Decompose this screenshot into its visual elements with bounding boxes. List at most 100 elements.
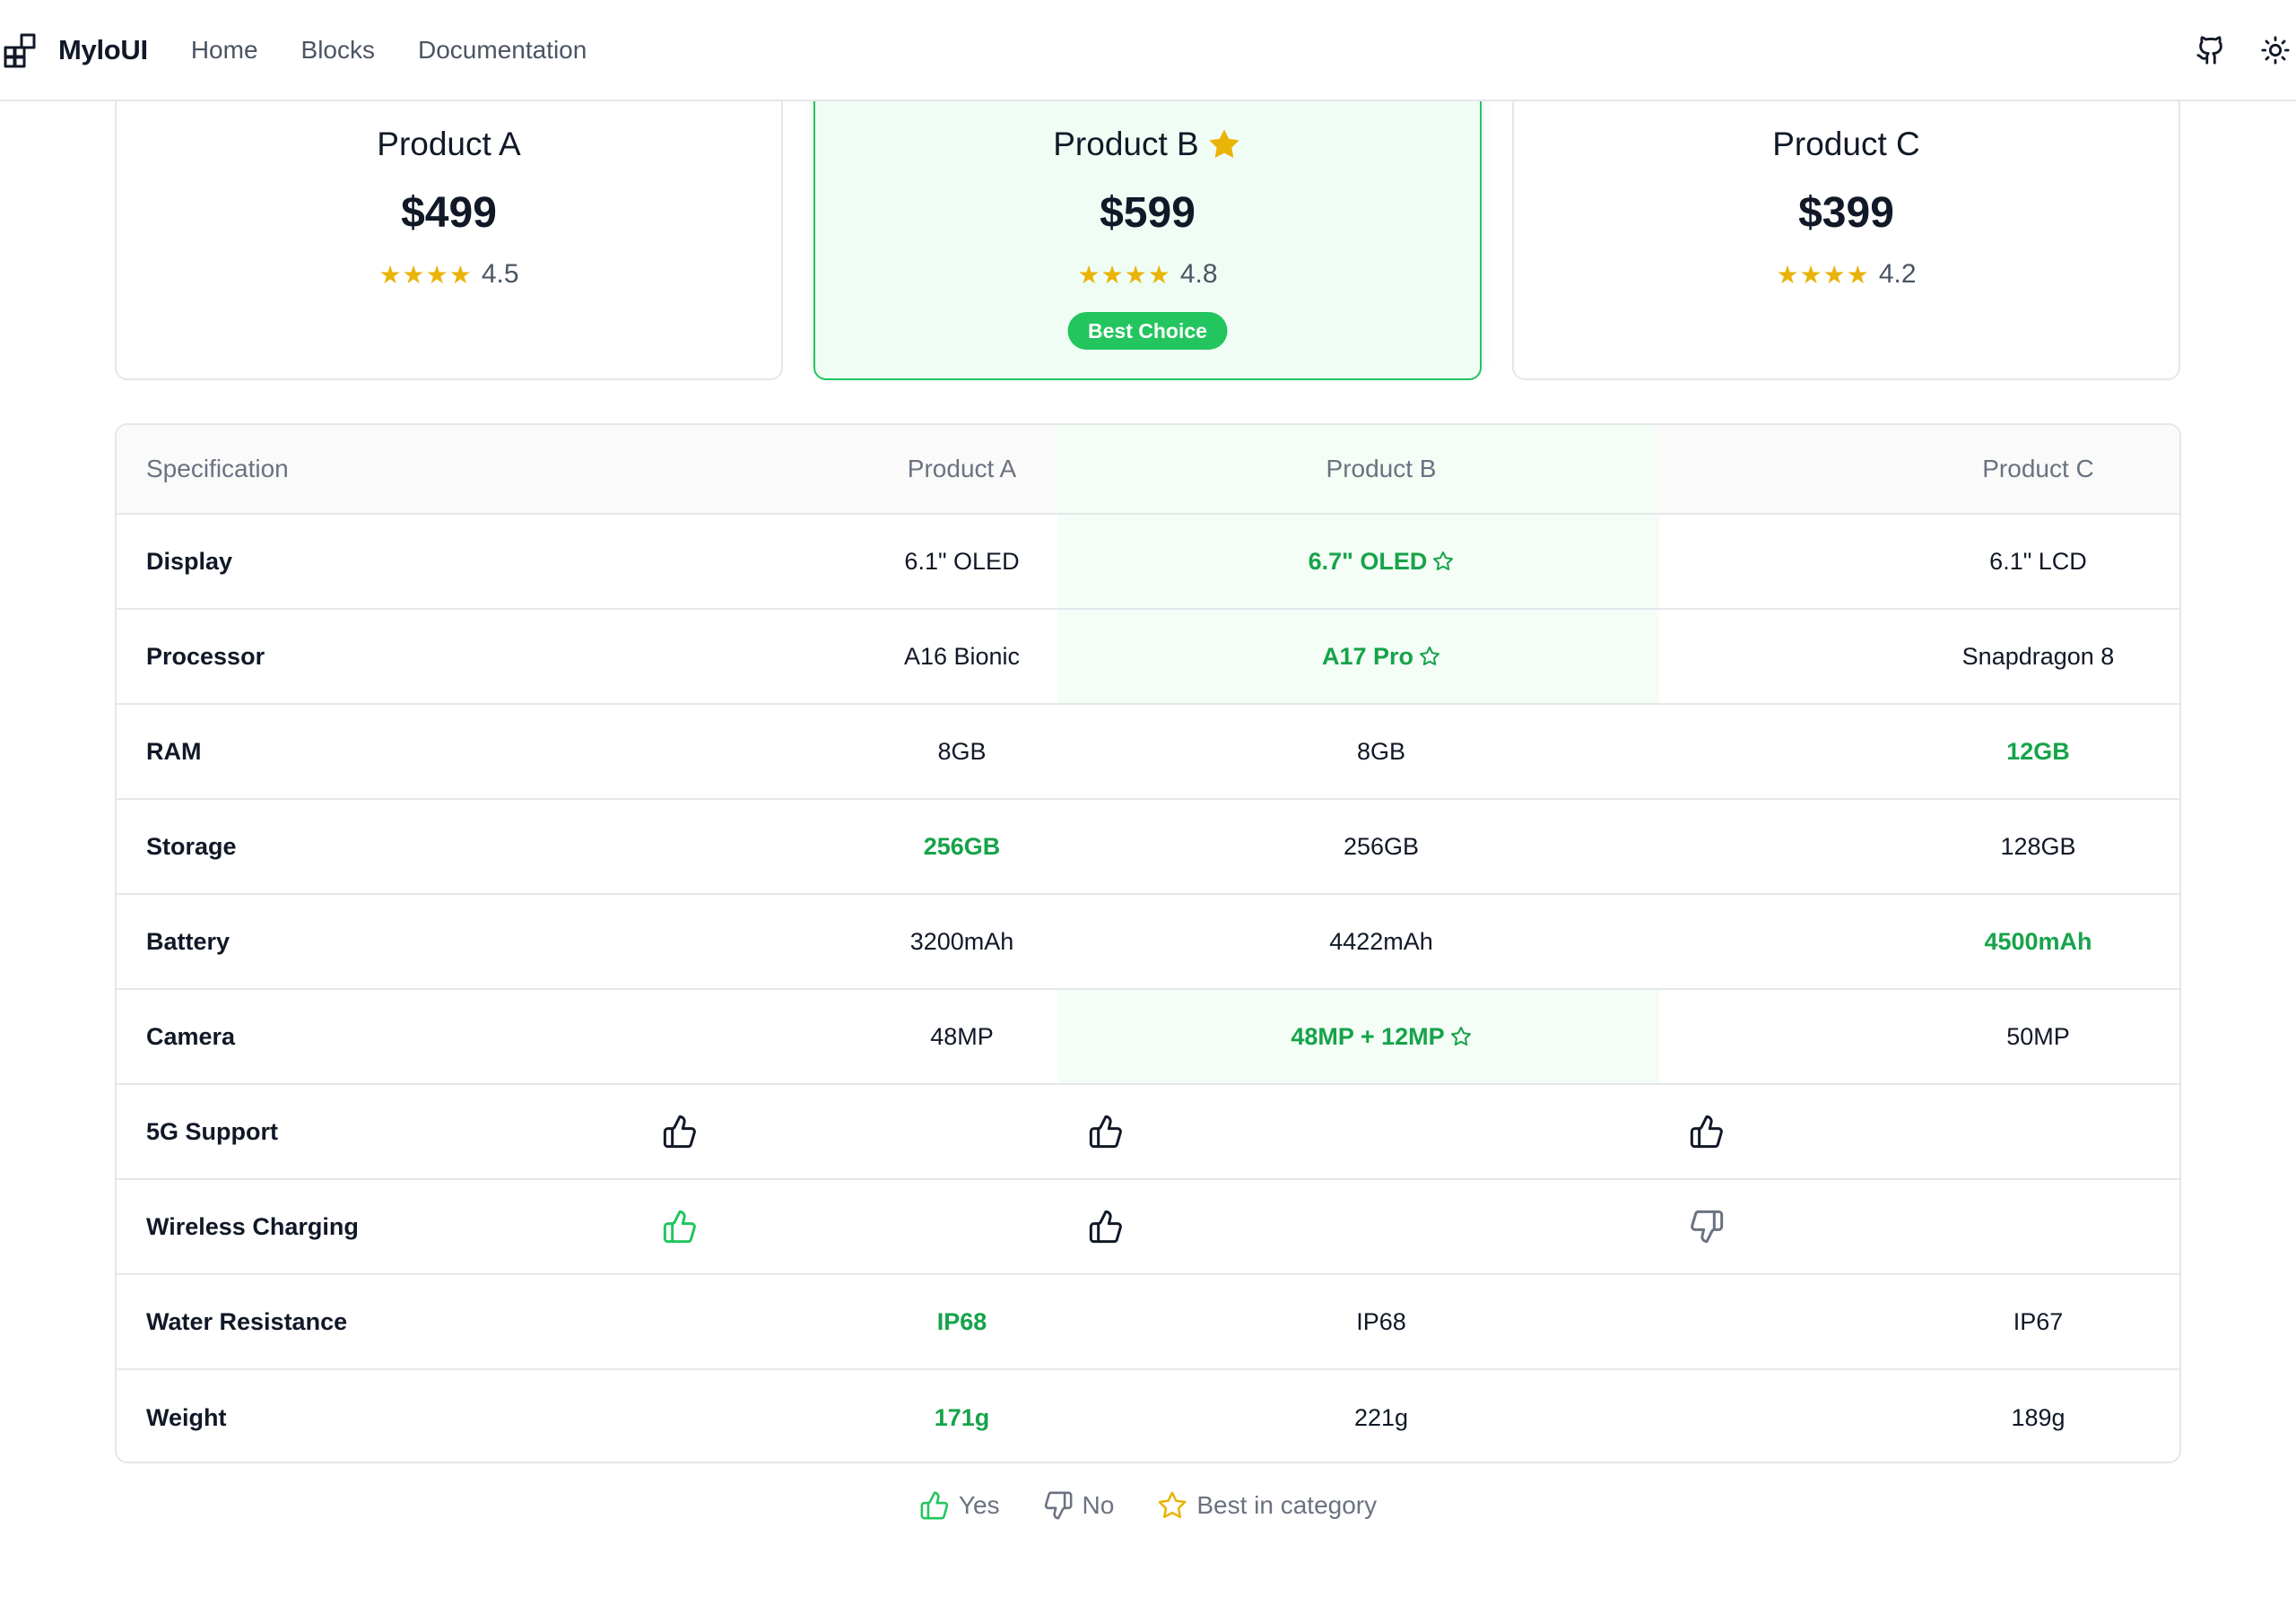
table-row: Wireless Charging: [117, 1180, 2179, 1275]
table-row: Weight 171g 221g 189g: [117, 1370, 2179, 1462]
best-choice-badge: Best Choice: [1067, 312, 1228, 350]
product-c-value: Snapdragon 8: [1659, 610, 2179, 703]
star-icon: [1158, 1491, 1187, 1519]
rating-stars-icon: ★★★★: [1077, 260, 1171, 289]
cell-value: 6.1" LCD: [1989, 547, 2087, 575]
rating-stars-icon: ★★★★: [378, 260, 473, 289]
cell-value: 48MP: [930, 1022, 994, 1050]
product-card-name: Product C: [1772, 126, 1920, 162]
spec-label: Weight: [146, 1403, 227, 1431]
thumbs-up-icon: [662, 1209, 698, 1245]
thumbs-down-icon: [1044, 1491, 1072, 1520]
thumbs-up-icon: [920, 1491, 949, 1520]
cell-value: IP67: [2013, 1307, 2064, 1335]
cell-value: 50MP: [2006, 1022, 2070, 1050]
spec-label: Wireless Charging: [146, 1212, 359, 1240]
cell-value: 256GB: [923, 832, 1001, 860]
best-star-icon: [1419, 646, 1440, 667]
github-button[interactable]: [2191, 30, 2231, 70]
cell-value: 171g: [934, 1403, 990, 1431]
best-star-icon: [1432, 551, 1454, 572]
cell-value: 256GB: [1343, 832, 1420, 860]
product-b-value: 4422mAh: [1058, 895, 1704, 988]
cell-value: 4500mAh: [1984, 927, 2092, 955]
product-card-name-wrap: Product A: [117, 126, 781, 163]
nav-link-documentation[interactable]: Documentation: [418, 36, 587, 65]
cell-value: 48MP + 12MP: [1291, 1022, 1445, 1050]
product-card-b[interactable]: Product B $599 ★★★★ 4.8 Best Choice: [813, 90, 1482, 380]
nav-link-blocks[interactable]: Blocks: [301, 36, 375, 65]
legend-yes: Yes: [919, 1490, 1000, 1521]
nav-link-home[interactable]: Home: [191, 36, 258, 65]
cell-value: 8GB: [1356, 737, 1406, 765]
product-card-price: $399: [1798, 189, 1894, 237]
table-row: Display 6.1" OLED 6.7" OLED 6.1" LCD: [117, 515, 2179, 610]
product-card-name-wrap: Product C: [1514, 126, 2179, 163]
top-navbar: MyloUI Home Blocks Documentation: [0, 0, 2296, 101]
blocks-logo-icon: [4, 33, 36, 67]
theme-toggle-button[interactable]: [2256, 30, 2295, 70]
cell-value: 221g: [1353, 1403, 1409, 1431]
cell-value: A16 Bionic: [903, 642, 1021, 670]
legend-no-label: No: [1082, 1491, 1115, 1519]
legend-yes-label: Yes: [958, 1491, 1000, 1519]
spec-label: RAM: [146, 737, 202, 765]
rating-stars-icon: ★★★★: [1776, 260, 1870, 289]
product-b-value: 48MP + 12MP: [1058, 990, 1704, 1083]
star-icon: [1209, 129, 1239, 159]
cell-value: 6.1" OLED: [904, 547, 1020, 575]
table-row: Water Resistance IP68 IP68 IP67: [117, 1275, 2179, 1370]
product-card-rating: ★★★★ 4.5: [117, 259, 781, 290]
product-card-name-wrap: Product B: [815, 126, 1480, 163]
header-product-b: Product B: [1326, 455, 1437, 482]
cell-value: Snapdragon 8: [1961, 642, 2115, 670]
thumbs-up-icon: [1689, 1114, 1725, 1150]
cell-value: 8GB: [937, 737, 987, 765]
table-row: RAM 8GB 8GB 12GB: [117, 705, 2179, 800]
product-c-value: 189g: [1659, 1370, 2179, 1462]
product-c-value: IP67: [1659, 1275, 2179, 1368]
product-c-value: 128GB: [1659, 800, 2179, 893]
product-b-value: 221g: [1058, 1370, 1704, 1462]
thumbs-up-icon: [662, 1114, 698, 1150]
legend-best: Best in category: [1157, 1490, 1377, 1521]
product-b-value: 6.7" OLED: [1058, 515, 1704, 608]
table-row: Storage 256GB 256GB 128GB: [117, 800, 2179, 895]
thumbs-up-icon: [1088, 1209, 1124, 1245]
brand[interactable]: MyloUI: [3, 32, 148, 68]
product-card-rating: ★★★★ 4.8: [815, 259, 1480, 290]
product-c-value: 6.1" LCD: [1659, 515, 2179, 608]
table-row: Camera 48MP 48MP + 12MP 50MP: [117, 990, 2179, 1085]
product-b-value: 256GB: [1058, 800, 1704, 893]
cell-value: 12GB: [2006, 737, 2070, 765]
header-product-c: Product C: [1982, 455, 2094, 482]
spec-label: Display: [146, 547, 233, 575]
product-card-price: $599: [1100, 189, 1196, 237]
table-header-row: Specification Product A Product B Produc…: [117, 425, 2179, 515]
table-row: Processor A16 Bionic A17 Pro Snapdragon 8: [117, 610, 2179, 705]
cell-value: 189g: [2011, 1403, 2066, 1431]
legend-no: No: [1043, 1490, 1115, 1521]
cell-value: 128GB: [2000, 832, 2076, 860]
product-card-rating: ★★★★ 4.2: [1514, 259, 2179, 290]
product-b-value: A17 Pro: [1058, 610, 1704, 703]
rating-value: 4.2: [1878, 259, 1917, 289]
rating-value: 4.8: [1179, 259, 1218, 289]
comparison-table: Specification Product A Product B Produc…: [115, 423, 2181, 1463]
sun-icon: [2261, 36, 2290, 65]
legend: Yes No Best in category: [0, 1490, 2296, 1521]
product-card-a[interactable]: Product A $499 ★★★★ 4.5: [115, 90, 783, 380]
nav-links: Home Blocks Documentation: [191, 36, 587, 65]
spec-label: Water Resistance: [146, 1307, 348, 1335]
spec-label: Camera: [146, 1022, 236, 1050]
product-card-name: Product A: [377, 126, 521, 162]
cell-value: 4422mAh: [1329, 927, 1433, 955]
table-row: Battery 3200mAh 4422mAh 4500mAh: [117, 895, 2179, 990]
spec-label: Processor: [146, 642, 265, 670]
product-c-value: 12GB: [1659, 705, 2179, 798]
rating-value: 4.5: [481, 259, 519, 289]
legend-best-label: Best in category: [1196, 1491, 1378, 1519]
product-card-price: $499: [401, 189, 497, 237]
product-card-c[interactable]: Product C $399 ★★★★ 4.2: [1512, 90, 2180, 380]
brand-name: MyloUI: [58, 33, 148, 65]
